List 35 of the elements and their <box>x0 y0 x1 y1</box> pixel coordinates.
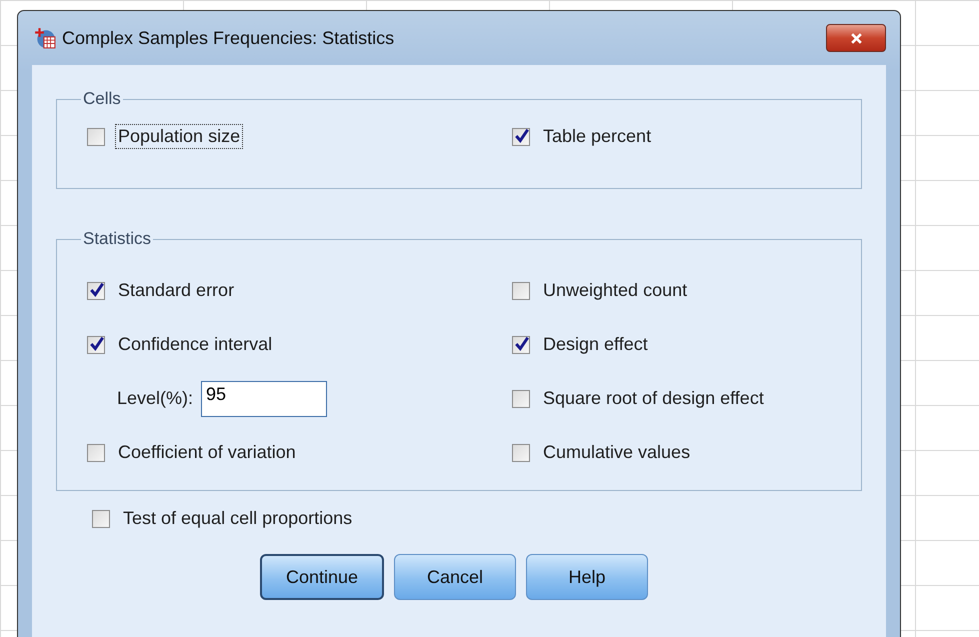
group-title: Statistics <box>82 229 152 249</box>
checkbox-option[interactable]: Design effect <box>512 331 831 358</box>
checkmark-icon <box>514 126 530 144</box>
dialog-button[interactable]: Cancel <box>394 554 516 600</box>
checkmark-icon <box>514 334 530 352</box>
checkbox-option[interactable]: Confidence interval <box>87 331 512 358</box>
checkbox-option[interactable]: Unweighted count <box>512 277 831 304</box>
checkbox-option[interactable]: Square root of design effect <box>512 385 831 412</box>
checkbox[interactable] <box>92 510 110 528</box>
dialog-button[interactable]: Continue <box>260 554 384 600</box>
checkbox[interactable] <box>512 128 530 146</box>
close-button[interactable] <box>826 24 886 52</box>
group-title: Cells <box>82 89 122 109</box>
checkbox-option[interactable]: Test of equal cell proportions <box>92 505 862 532</box>
checkbox[interactable] <box>512 390 530 408</box>
checkbox-option[interactable]: Standard error <box>87 277 512 304</box>
close-icon <box>850 32 862 44</box>
checkbox[interactable] <box>87 444 105 462</box>
checkbox[interactable] <box>87 128 105 146</box>
checkbox-option[interactable]: Coefficient of variation <box>87 439 512 466</box>
input-field[interactable]: 95 <box>201 380 328 416</box>
checkbox-option[interactable]: Population size <box>87 123 512 150</box>
dialog-button[interactable]: Help <box>526 554 648 600</box>
window-title: Complex Samples Frequencies: Statistics <box>62 28 396 48</box>
field-label: Level(%): <box>117 388 194 409</box>
checkbox[interactable] <box>87 336 105 354</box>
checkbox-option[interactable]: Table percent <box>512 123 831 150</box>
checkbox[interactable] <box>512 336 530 354</box>
checkbox-option[interactable]: Cumulative values <box>512 439 831 466</box>
checkbox[interactable] <box>87 282 105 300</box>
checkbox[interactable] <box>512 282 530 300</box>
checkmark-icon <box>89 334 105 352</box>
checkbox[interactable] <box>512 444 530 462</box>
checkmark-icon <box>89 280 105 298</box>
app-icon <box>34 27 56 49</box>
